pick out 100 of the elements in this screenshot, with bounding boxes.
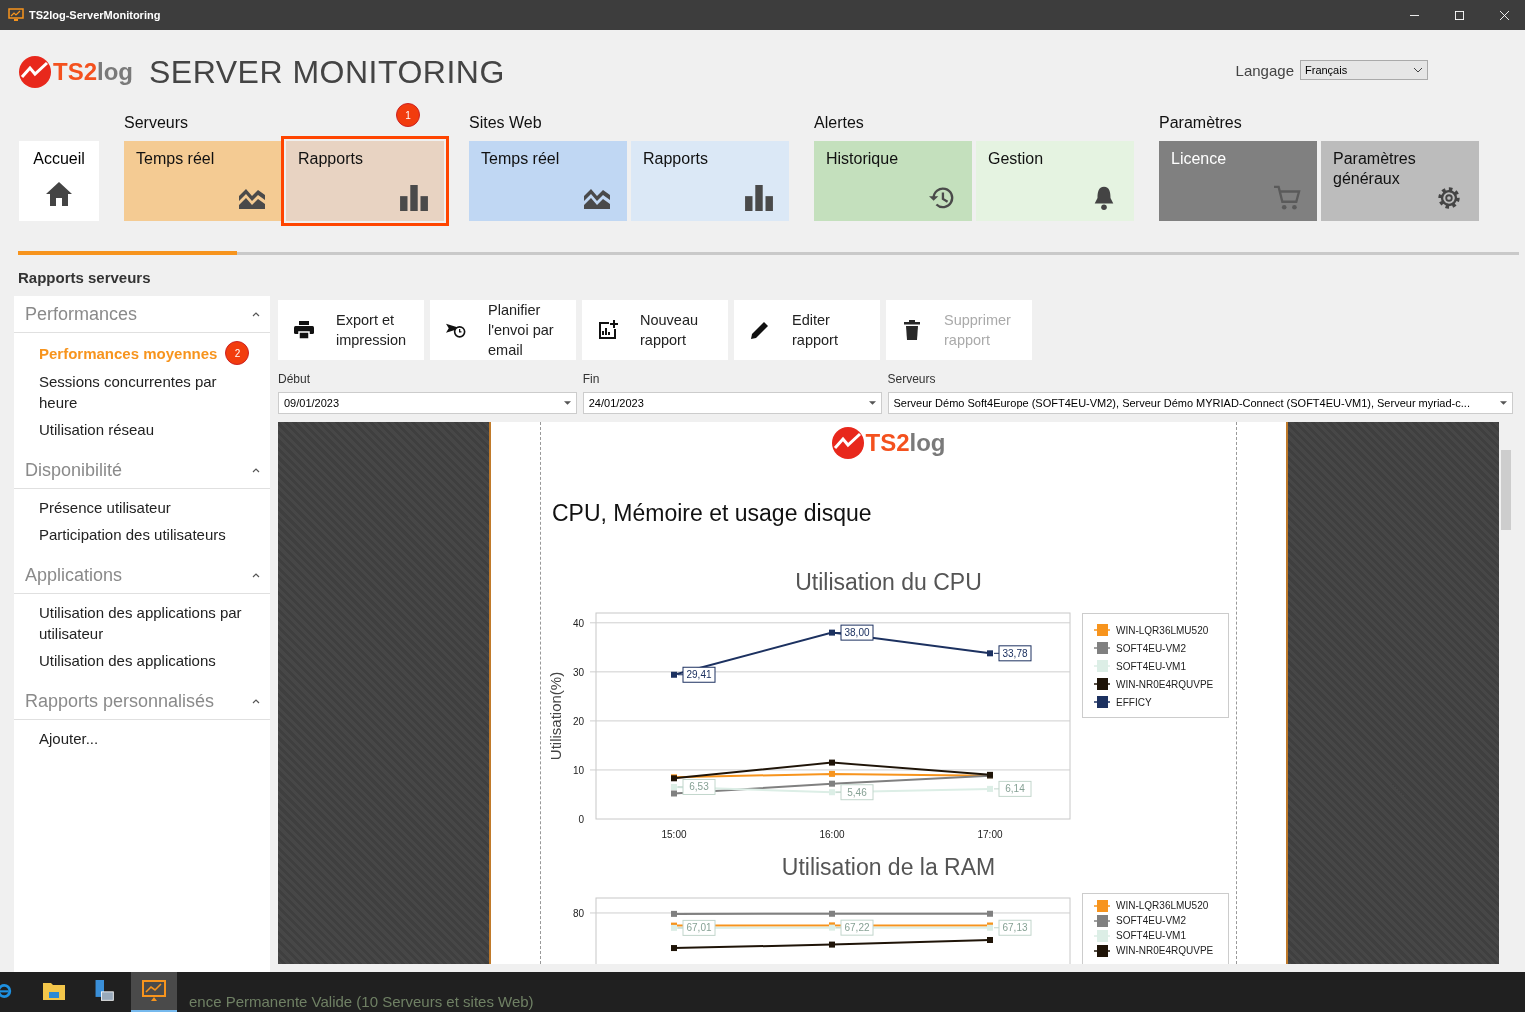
cart-icon	[1273, 185, 1301, 211]
close-icon[interactable]	[1500, 10, 1509, 20]
logo: TS2log	[18, 55, 133, 89]
point	[829, 759, 835, 766]
dropdown-arrow-icon	[563, 401, 571, 405]
point	[671, 790, 677, 797]
report-title: CPU, Mémoire et usage disque	[552, 500, 873, 527]
legend-swatch	[1094, 899, 1110, 912]
toolbar-button[interactable]: Planifier l'envoi par email	[430, 300, 576, 360]
data-label: 67,01	[686, 922, 712, 934]
point	[671, 910, 677, 917]
legend-swatch	[1094, 696, 1110, 708]
nav-tile[interactable]: Gestion	[976, 141, 1134, 221]
sidebar-item[interactable]: Utilisation réseau	[39, 419, 155, 440]
nav-tile[interactable]: Temps réel	[469, 141, 627, 221]
point	[829, 910, 835, 917]
caret-icon	[252, 698, 260, 704]
nav-tile[interactable]: Temps réel	[124, 141, 282, 221]
data-label: 67,22	[835, 919, 874, 936]
axis-tick-label: 10	[572, 764, 584, 776]
taskbar-app[interactable]	[131, 972, 177, 1012]
point	[671, 671, 677, 678]
language-select[interactable]: Français	[1300, 60, 1428, 80]
legend-swatch	[1094, 944, 1110, 957]
window-title: TS2log-ServerMonitoring	[29, 9, 161, 21]
point	[987, 936, 993, 943]
home-icon	[45, 181, 73, 207]
sidebar-item[interactable]: Utilisation des applications	[39, 650, 216, 671]
sidebar-item[interactable]: Utilisation des applications par utilisateur	[39, 602, 256, 644]
data-label: 38,00	[835, 624, 874, 641]
filter-label: Début	[278, 372, 312, 388]
data-label: 5,46	[847, 786, 868, 798]
sidebar-item[interactable]: Ajouter...	[39, 728, 99, 749]
report-logo: TS2log	[831, 426, 946, 460]
legend-label: SOFT4EU-VM1	[1116, 930, 1186, 941]
section-header[interactable]: Applications	[14, 557, 270, 594]
point	[829, 780, 835, 787]
data-label: 6,14	[993, 780, 1032, 797]
filter-dropdown[interactable]: 24/01/2023	[582, 392, 882, 414]
axis-tick-label: 0	[578, 814, 584, 825]
legend-label: WIN-NR0E4RQUVPE	[1116, 678, 1214, 690]
history-icon	[928, 185, 956, 211]
toolbar-button[interactable]: Export et impression	[278, 300, 424, 360]
chart-title: Utilisation du CPU	[794, 569, 983, 596]
monitor-icon	[142, 980, 166, 1002]
filter-dropdown[interactable]: 09/01/2023	[278, 392, 577, 414]
point	[987, 910, 993, 917]
nav-tile[interactable]: Licence	[1159, 141, 1317, 221]
section-header[interactable]: Disponibilité	[14, 452, 270, 489]
data-label: 5,46	[835, 784, 874, 801]
legend-swatch	[1094, 929, 1110, 942]
legend-swatch	[1094, 624, 1110, 636]
status-text: ence Permanente Valide (10 Serveurs et sites Web)	[189, 993, 534, 1010]
pencil-icon	[750, 320, 770, 340]
group-title: Serveurs	[124, 114, 189, 133]
home-tile[interactable]: Accueil	[19, 141, 99, 221]
point	[829, 941, 835, 948]
legend-label: EFFICY	[1116, 696, 1152, 708]
nav-tile[interactable]: Historique	[814, 141, 972, 221]
settings-icon	[1435, 185, 1463, 211]
printer-icon	[294, 320, 314, 340]
toolbar-button[interactable]: Editer rapport	[734, 300, 880, 360]
add-chart-icon	[598, 320, 618, 340]
trash-icon	[902, 320, 922, 340]
point	[987, 785, 993, 792]
step-badge: 2	[225, 341, 250, 365]
dropdown-arrow-icon	[1500, 401, 1507, 405]
axis-tick-label: 40	[572, 617, 584, 629]
legend-swatch	[1094, 914, 1110, 927]
axis-tick-label: 16:00	[819, 829, 845, 840]
data-label: 29,41	[677, 666, 716, 683]
sidebar-item[interactable]: Participation des utilisateurs	[39, 524, 226, 545]
legend-label: SOFT4EU-VM1	[1116, 660, 1186, 672]
data-label: 6,53	[689, 781, 710, 793]
axis-tick-label: 15:00	[661, 829, 687, 840]
axis-tick-label: 17:00	[977, 829, 1003, 840]
point	[829, 629, 835, 636]
nav-tile[interactable]: Paramètres généraux	[1321, 141, 1479, 221]
data-label: 6,14	[1005, 783, 1026, 795]
legend-label: SOFT4EU-VM2	[1116, 915, 1186, 926]
axis-tick-label: 30	[572, 666, 584, 678]
language-label: Langage	[1235, 61, 1294, 79]
group-title: Sites Web	[469, 114, 542, 133]
sidebar-item[interactable]: Sessions concurrentes par heure	[39, 371, 256, 413]
y-tick: 80	[572, 907, 1071, 919]
step-badge: 1	[396, 103, 420, 127]
bar-chart-icon	[745, 185, 773, 211]
nav-tile[interactable]: Rapports	[631, 141, 789, 221]
point	[671, 945, 677, 952]
sidebar-item[interactable]: Présence utilisateur	[39, 497, 171, 518]
legend-label: WIN-LQR36LMU520	[1116, 624, 1209, 636]
maximize-icon[interactable]	[1455, 10, 1464, 20]
section-header[interactable]: Rapports personnalisés	[14, 683, 270, 720]
toolbar-button[interactable]: Nouveau rapport	[582, 300, 728, 360]
axis-tick-label: 20	[572, 715, 584, 727]
legend-label: WIN-NR0E4RQUVPE	[1116, 945, 1214, 956]
caret-icon	[252, 467, 260, 473]
filter-label: Fin	[582, 372, 601, 388]
group-title: Paramètres	[1159, 114, 1242, 133]
filter-dropdown[interactable]: Serveur Démo Soft4Europe (SOFT4EU-VM2), Serveur Démo MYRIAD-Connect (SOFT4EU-VM1), Serveur myriad-c...	[887, 392, 1513, 414]
